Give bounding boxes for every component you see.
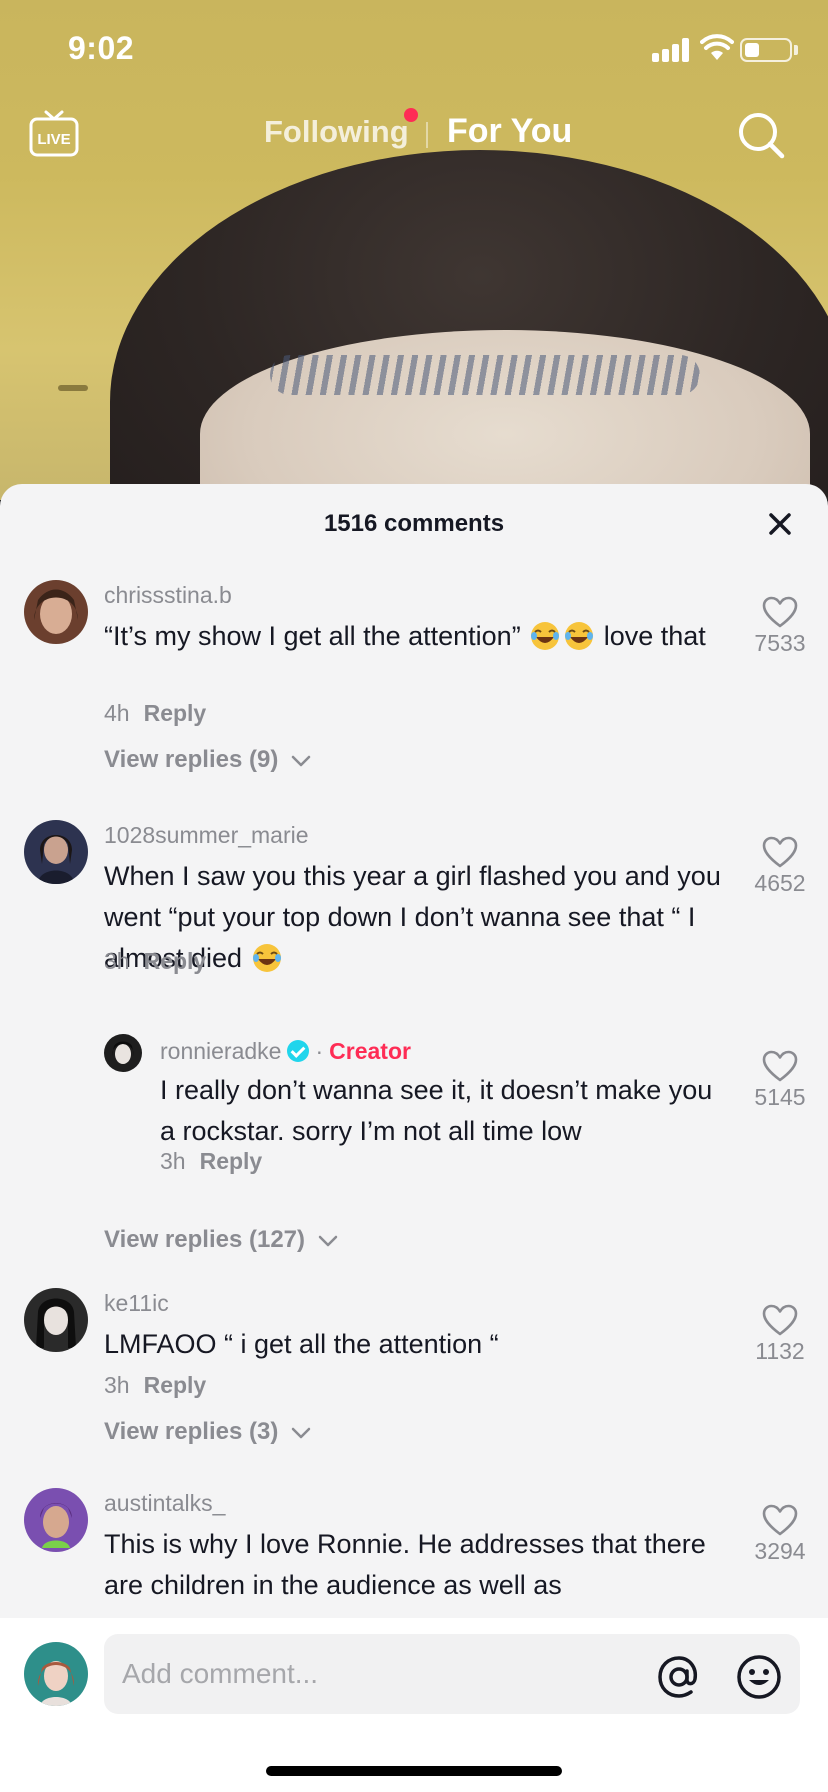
heart-icon <box>762 596 798 628</box>
avatar[interactable] <box>24 580 88 644</box>
laughing-emoji-icon <box>252 944 281 972</box>
chevron-down-icon <box>291 1427 311 1438</box>
like-button[interactable]: 4652 <box>740 836 820 897</box>
avatar[interactable] <box>104 1034 142 1072</box>
chevron-down-icon <box>318 1235 337 1246</box>
verified-badge-icon <box>287 1040 310 1062</box>
view-replies-button[interactable]: View replies (3) <box>104 1418 311 1446</box>
heart-icon <box>762 836 798 868</box>
comment-item: chrissstina.b “It’s my show I get all th… <box>0 564 828 774</box>
comment-time: 3h <box>104 1372 130 1398</box>
comment-username[interactable]: ke11ic <box>104 1290 169 1317</box>
avatar[interactable] <box>24 1488 88 1552</box>
tab-for-you[interactable]: For You <box>447 112 572 151</box>
comment-meta: 3h Reply <box>104 948 206 975</box>
creator-username-row: ronnieradke · Creator <box>160 1038 411 1065</box>
view-replies-button[interactable]: View replies (127) <box>104 1226 338 1254</box>
comment-item: austintalks_ This is why I love Ronnie. … <box>0 1472 828 1618</box>
like-count: 1132 <box>755 1338 805 1364</box>
comment-time: 3h <box>104 948 130 974</box>
comment-text: I really don’t wanna see it, it doesn’t … <box>160 1075 713 1146</box>
like-count: 7533 <box>754 630 806 656</box>
battery-tip <box>794 45 798 55</box>
separator-dot: · <box>315 1038 324 1064</box>
nav-separator <box>426 122 428 148</box>
comment-text-part: “It’s my show I get all the attention” <box>104 621 521 651</box>
status-time: 9:02 <box>68 30 135 66</box>
comments-header: 1516 comments <box>0 484 828 564</box>
comments-count-title: 1516 comments <box>323 510 505 537</box>
cellular-signal-icon <box>652 38 692 62</box>
comment-time: 4h <box>104 700 130 726</box>
user-avatar <box>24 1642 88 1706</box>
heart-icon <box>762 1304 798 1336</box>
like-count: 4652 <box>754 870 806 896</box>
laughing-emoji-icon <box>531 622 560 650</box>
at-mention-icon[interactable] <box>656 1654 702 1700</box>
view-replies-label: View replies (127) <box>104 1226 305 1253</box>
comment-username[interactable]: chrissstina.b <box>104 582 232 609</box>
reply-button[interactable]: Reply <box>144 700 207 726</box>
comment-item: ke11ic LMFAOO “ i get all the attention … <box>0 1272 828 1445</box>
comment-username[interactable]: ronnieradke <box>160 1038 281 1064</box>
tab-following[interactable]: Following <box>264 114 409 150</box>
like-button[interactable]: 7533 <box>740 596 820 657</box>
status-bar: 9:02 <box>0 0 828 96</box>
laughing-emoji-icon <box>565 622 594 650</box>
view-replies-button[interactable]: View replies (9) <box>104 746 311 774</box>
creator-reply-item: ronnieradke · Creator I really don’t wanna… <box>0 1024 828 1174</box>
comment-text-part: love that <box>603 621 706 651</box>
comments-sheet: 1516 comments chrissstina.b “It’s my sho… <box>0 484 828 1792</box>
following-notification-dot <box>404 108 418 122</box>
home-indicator[interactable] <box>266 1766 562 1776</box>
reply-button[interactable]: Reply <box>144 948 207 974</box>
view-replies-label: View replies (9) <box>104 746 279 773</box>
view-replies-label: View replies (3) <box>104 1418 279 1445</box>
like-count: 3294 <box>754 1538 806 1564</box>
video-tattoo <box>270 355 700 395</box>
comment-item: 1028summer_marie When I saw you this yea… <box>0 804 828 984</box>
avatar[interactable] <box>24 820 88 884</box>
comment-text: This is why I love Ronnie. He addresses … <box>104 1529 706 1600</box>
heart-icon <box>762 1504 798 1536</box>
comment-input-bar <box>0 1618 828 1792</box>
like-button[interactable]: 5145 <box>740 1050 820 1111</box>
top-nav: LIVE Following For You <box>0 100 828 170</box>
comment-meta: 3h Reply <box>160 1148 262 1175</box>
like-count: 5145 <box>754 1084 806 1110</box>
comment-text: LMFAOO “ i get all the attention “ <box>104 1329 499 1359</box>
reply-button[interactable]: Reply <box>200 1148 263 1174</box>
search-icon[interactable] <box>736 110 786 160</box>
wifi-icon <box>700 34 734 60</box>
live-icon[interactable]: LIVE <box>28 108 80 160</box>
comment-text: “It’s my show I get all the attention” l… <box>104 616 726 657</box>
comment-meta: 3h Reply <box>104 1372 206 1399</box>
comment-meta: 4h Reply <box>104 700 206 727</box>
live-label: LIVE <box>37 131 70 148</box>
comments-list[interactable]: chrissstina.b “It’s my show I get all th… <box>0 564 828 1618</box>
heart-icon <box>762 1050 798 1082</box>
comment-username[interactable]: 1028summer_marie <box>104 822 309 849</box>
battery-icon <box>740 38 792 62</box>
chevron-down-icon <box>291 755 311 766</box>
video-lamp <box>58 385 88 391</box>
like-button[interactable]: 1132 <box>740 1304 820 1365</box>
avatar[interactable] <box>24 1288 88 1352</box>
close-icon[interactable] <box>762 506 798 542</box>
like-button[interactable]: 3294 <box>740 1504 820 1565</box>
reply-button[interactable]: Reply <box>144 1372 207 1398</box>
comment-username[interactable]: austintalks_ <box>104 1490 225 1517</box>
emoji-icon[interactable] <box>736 1654 782 1700</box>
creator-badge: Creator <box>329 1038 411 1064</box>
comment-time: 3h <box>160 1148 186 1174</box>
